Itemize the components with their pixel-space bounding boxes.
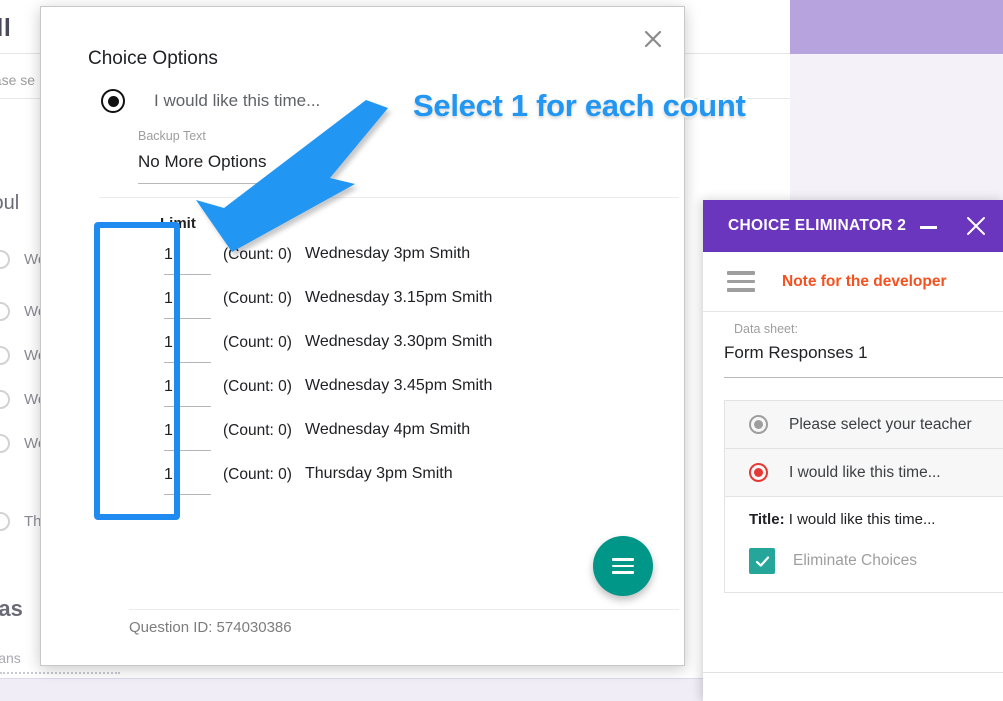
radio-icon <box>749 415 768 434</box>
choice-name: Wednesday 3.30pm Smith <box>305 333 493 350</box>
eliminate-choices-row[interactable]: Eliminate Choices <box>749 548 1003 574</box>
close-icon[interactable] <box>638 24 668 54</box>
limit-column-header: Limit <box>160 215 196 232</box>
limit-input-cell[interactable]: 1 <box>138 376 223 407</box>
question-detail: Title: I would like this time... Elimina… <box>725 497 1003 592</box>
choice-name: Wednesday 3.45pm Smith <box>305 377 493 394</box>
hamburger-menu-icon[interactable] <box>593 536 653 596</box>
panel-title: CHOICE ELIMINATOR 2 <box>728 217 907 234</box>
count-label: (Count: 0) <box>223 422 292 439</box>
panel-toolbar: Note for the developer <box>703 252 1003 312</box>
developer-note-link[interactable]: Note for the developer <box>782 273 947 291</box>
limit-input-underline <box>164 362 211 363</box>
limit-value: 1 <box>164 466 173 483</box>
limit-input-underline <box>164 406 211 407</box>
backup-text-underline <box>138 183 306 184</box>
data-sheet-underline <box>724 377 1003 378</box>
count-label: (Count: 0) <box>223 246 292 263</box>
footer-divider <box>129 609 679 610</box>
backup-text-input[interactable]: No More Options <box>138 152 267 172</box>
limit-value: 1 <box>164 422 173 439</box>
radio-icon <box>0 301 10 321</box>
limit-input-underline <box>164 274 211 275</box>
limit-input-cell[interactable]: 1 <box>138 420 223 451</box>
radio-selected-icon <box>749 463 768 482</box>
limit-input-cell[interactable]: 1 <box>138 244 223 275</box>
limit-input-cell[interactable]: 1 <box>138 464 223 495</box>
limit-value: 1 <box>164 334 173 351</box>
background-dotted-rule <box>0 672 120 674</box>
choice-name: Thursday 3pm Smith <box>305 465 453 482</box>
radio-icon <box>0 345 10 365</box>
background-second-question: leas <box>0 596 23 621</box>
selected-question-row[interactable]: I would like this time... <box>101 89 320 113</box>
panel-bottom-divider <box>703 672 1003 673</box>
panel-header: CHOICE ELIMINATOR 2 <box>703 200 1003 252</box>
data-sheet-label: Data sheet: <box>734 322 798 336</box>
choice-name: Wednesday 4pm Smith <box>305 421 471 438</box>
dialog-title: Choice Options <box>88 48 218 69</box>
choice-rows-list: 1 (Count: 0) Wednesday 3pm Smith 1 (Coun… <box>138 244 492 508</box>
table-row: 1 (Count: 0) Thursday 3pm Smith <box>138 464 492 508</box>
limit-input-cell[interactable]: 1 <box>138 288 223 319</box>
background-form-subtitle: ease se <box>0 72 36 88</box>
limit-input-underline <box>164 450 211 451</box>
close-icon[interactable] <box>963 213 989 239</box>
screen: yll ease se woul We We We We We Thu leas <box>0 0 1003 701</box>
table-row: 1 (Count: 0) Wednesday 3.45pm Smith <box>138 376 492 420</box>
table-row: 1 (Count: 0) Wednesday 3.15pm Smith <box>138 288 492 332</box>
table-row: 1 (Count: 0) Wednesday 3pm Smith <box>138 244 492 288</box>
count-label: (Count: 0) <box>223 378 292 395</box>
radio-selected-icon <box>101 89 125 113</box>
question-label: I would like this time... <box>789 463 941 481</box>
background-answer-hint: ng-ans <box>0 650 21 666</box>
table-row: 1 (Count: 0) Wednesday 4pm Smith <box>138 420 492 464</box>
minimize-icon[interactable] <box>920 226 937 229</box>
limit-value: 1 <box>164 290 173 307</box>
background-form-title: yll <box>0 14 12 42</box>
count-label: (Count: 0) <box>223 466 292 483</box>
detail-title-row: Title: I would like this time... <box>749 511 1003 528</box>
limit-input-cell[interactable]: 1 <box>138 332 223 363</box>
table-row: 1 (Count: 0) Wednesday 3.30pm Smith <box>138 332 492 376</box>
hamburger-menu-icon[interactable] <box>727 266 755 296</box>
checkbox-checked-icon[interactable] <box>749 548 775 574</box>
limit-value: 1 <box>164 246 173 263</box>
limit-value: 1 <box>164 378 173 395</box>
limit-input-underline <box>164 494 211 495</box>
selected-question-label: I would like this time... <box>154 91 321 110</box>
question-label: Please select your teacher <box>789 415 972 433</box>
detail-title-prefix: Title: <box>749 511 785 528</box>
question-id-label: Question ID: 574030386 <box>129 619 292 636</box>
menu-bars <box>612 554 634 578</box>
background-question-title: woul <box>0 192 20 214</box>
backup-text-label: Backup Text <box>138 129 206 143</box>
radio-icon <box>0 511 10 531</box>
list-item[interactable]: I would like this time... <box>725 449 1003 497</box>
radio-icon <box>0 433 10 453</box>
radio-icon <box>0 389 10 409</box>
choice-eliminator-panel: CHOICE ELIMINATOR 2 Note for the develop… <box>703 200 1003 701</box>
list-item[interactable]: Please select your teacher <box>725 401 1003 449</box>
radio-icon <box>0 249 10 269</box>
data-sheet-select[interactable]: Form Responses 1 <box>724 343 868 363</box>
count-label: (Count: 0) <box>223 334 292 351</box>
choice-name: Wednesday 3.15pm Smith <box>305 289 493 306</box>
count-label: (Count: 0) <box>223 290 292 307</box>
detail-title-value: I would like this time... <box>784 511 936 528</box>
choice-name: Wednesday 3pm Smith <box>305 245 471 262</box>
limit-input-underline <box>164 318 211 319</box>
question-list: Please select your teacher I would like … <box>724 400 1003 593</box>
eliminate-choices-label: Eliminate Choices <box>793 552 918 569</box>
section-divider <box>99 197 679 198</box>
annotation-text: Select 1 for each count <box>411 86 748 125</box>
